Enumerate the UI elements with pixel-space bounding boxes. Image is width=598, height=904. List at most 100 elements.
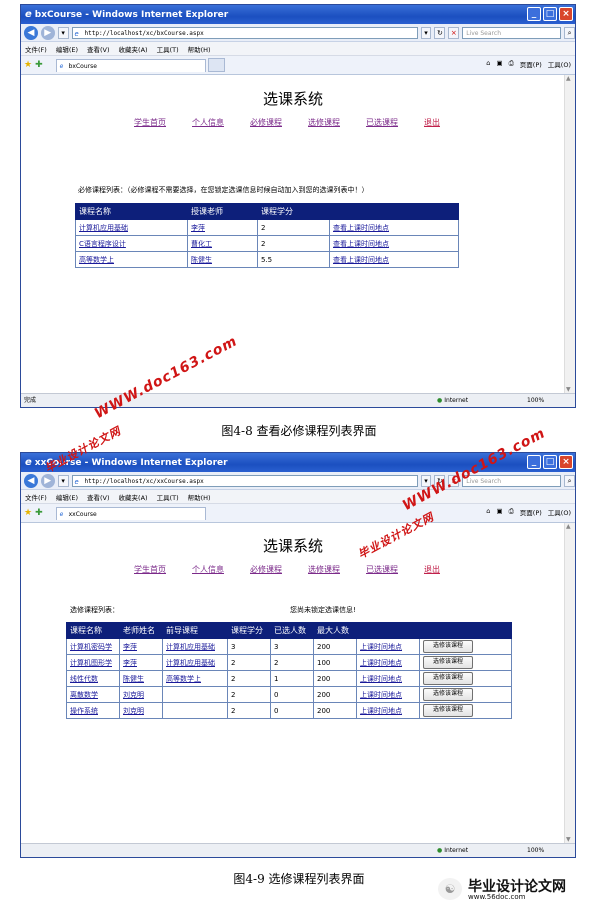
nav-personal-info[interactable]: 个人信息 [192,564,224,575]
favorites-star-icon[interactable]: ★ [24,60,32,70]
nav-selected-courses[interactable]: 已选课程 [366,564,398,575]
teacher-link[interactable]: 刘克明 [123,691,144,699]
menu-item-view[interactable]: 查看(V) [87,44,110,54]
vertical-scrollbar[interactable] [564,523,575,843]
prereq-link[interactable]: 计算机应用基础 [166,659,215,667]
nav-selected-courses[interactable]: 已选课程 [366,117,398,128]
nav-student-home[interactable]: 学生首页 [134,117,166,128]
view-schedule-link[interactable]: 查看上课时间地点 [333,256,389,264]
tab-bxcourse[interactable]: bxCourse [55,58,206,73]
page-menu[interactable]: 页面(P) [520,59,542,69]
schedule-link[interactable]: 上课时间地点 [360,675,402,683]
menu-item-file[interactable]: 文件(F) [25,44,47,54]
print-icon[interactable]: ⎙ [509,507,514,517]
schedule-link[interactable]: 上课时间地点 [360,691,402,699]
minimize-button[interactable]: _ [527,7,541,21]
feeds-icon[interactable]: ▣ [496,507,502,517]
tools-menu[interactable]: 工具(O) [548,507,571,517]
course-link[interactable]: 计算机应用基础 [79,224,128,232]
menu-item-tools[interactable]: 工具(T) [157,492,179,502]
teacher-link[interactable]: 陈健生 [123,675,144,683]
print-icon[interactable]: ⎙ [509,59,514,69]
history-dropdown-icon[interactable]: ▾ [57,474,69,487]
menu-item-help[interactable]: 帮助(H) [188,492,211,502]
teacher-link[interactable]: 李萍 [123,643,137,651]
course-link[interactable]: 计算机图形学 [70,659,112,667]
address-bar: ◀ ▶ ▾ http://localhost/xc/bxCourse.aspx … [21,24,575,42]
schedule-link[interactable]: 上课时间地点 [360,707,402,715]
course-link[interactable]: 线性代数 [70,675,98,683]
teacher-link[interactable]: 刘克明 [123,707,144,715]
course-link[interactable]: 操作系统 [70,707,98,715]
refresh-icon[interactable]: ↻ [434,26,446,39]
schedule-link[interactable]: 上课时间地点 [360,659,402,667]
back-icon[interactable]: ◀ [24,473,38,488]
prereq-link[interactable]: 高等数学上 [166,675,201,683]
course-link[interactable]: C语言程序设计 [79,240,126,248]
search-icon[interactable]: ⌕ [564,26,575,39]
back-icon[interactable]: ◀ [24,25,38,40]
nav-elective-courses[interactable]: 选修课程 [308,564,340,575]
menu-item-tools[interactable]: 工具(T) [157,44,179,54]
course-link[interactable]: 高等数学上 [79,256,114,264]
forward-icon[interactable]: ▶ [40,473,55,488]
menu-item-edit[interactable]: 编辑(E) [56,44,78,54]
select-course-button[interactable]: 选修该课程 [423,672,473,685]
menu-item-edit[interactable]: 编辑(E) [56,492,78,502]
nav-personal-info[interactable]: 个人信息 [192,117,224,128]
teacher-link[interactable]: 曹化工 [191,240,212,248]
home-icon[interactable]: ⌂ [486,507,490,517]
ie-icon: e [25,9,32,20]
nav-required-courses[interactable]: 必修课程 [250,117,282,128]
teacher-link[interactable]: 李萍 [191,224,205,232]
add-favorite-icon[interactable]: ✚ [35,60,43,70]
menu-item-help[interactable]: 帮助(H) [188,44,211,54]
maximize-button[interactable]: □ [543,455,557,469]
tools-menu[interactable]: 工具(O) [548,59,571,69]
url-input[interactable]: http://localhost/xc/bxCourse.aspx [71,26,418,40]
teacher-link[interactable]: 陈健生 [191,256,212,264]
menu-item-favorites[interactable]: 收藏夹(A) [119,44,148,54]
history-dropdown-icon[interactable]: ▾ [57,26,69,39]
select-course-button[interactable]: 选修该课程 [423,688,473,701]
title-bar[interactable]: e bxCourse - Windows Internet Explorer _… [21,5,575,24]
view-schedule-link[interactable]: 查看上课时间地点 [333,240,389,248]
select-course-button[interactable]: 选修该课程 [423,640,473,653]
search-icon[interactable]: ⌕ [564,474,575,487]
select-course-button[interactable]: 选修该课程 [423,704,473,717]
select-course-button[interactable]: 选修该课程 [423,656,473,669]
search-input[interactable]: Live Search [462,26,562,39]
url-input[interactable]: http://localhost/xc/xxCourse.aspx [71,474,418,488]
nav-elective-courses[interactable]: 选修课程 [308,117,340,128]
zoom-level[interactable]: 100% [527,394,544,407]
add-favorite-icon[interactable]: ✚ [35,508,43,518]
maximize-button[interactable]: □ [543,7,557,21]
feeds-icon[interactable]: ▣ [496,59,502,69]
page-menu[interactable]: 页面(P) [520,507,542,517]
new-tab-button[interactable] [207,58,225,72]
course-link[interactable]: 计算机密码学 [70,643,112,651]
favorites-star-icon[interactable]: ★ [24,508,32,518]
menu-item-favorites[interactable]: 收藏夹(A) [119,492,148,502]
nav-student-home[interactable]: 学生首页 [134,564,166,575]
close-button[interactable]: × [559,455,573,469]
schedule-link[interactable]: 上课时间地点 [360,643,402,651]
close-button[interactable]: × [559,7,573,21]
stop-icon[interactable]: × [448,26,460,39]
zoom-level[interactable]: 100% [527,844,544,857]
home-icon[interactable]: ⌂ [486,59,490,69]
course-link[interactable]: 离散数学 [70,691,98,699]
menu-item-file[interactable]: 文件(F) [25,492,47,502]
tab-xxcourse[interactable]: xxCourse [55,506,206,521]
teacher-link[interactable]: 李萍 [123,659,137,667]
vertical-scrollbar[interactable] [564,75,575,393]
forward-icon[interactable]: ▶ [40,25,55,40]
minimize-button[interactable]: _ [527,455,541,469]
prereq-link[interactable]: 计算机应用基础 [166,643,215,651]
nav-logout[interactable]: 退出 [424,564,440,575]
menu-item-view[interactable]: 查看(V) [87,492,110,502]
nav-logout[interactable]: 退出 [424,117,440,128]
url-dropdown-icon[interactable]: ▾ [420,26,432,39]
nav-required-courses[interactable]: 必修课程 [250,564,282,575]
view-schedule-link[interactable]: 查看上课时间地点 [333,224,389,232]
